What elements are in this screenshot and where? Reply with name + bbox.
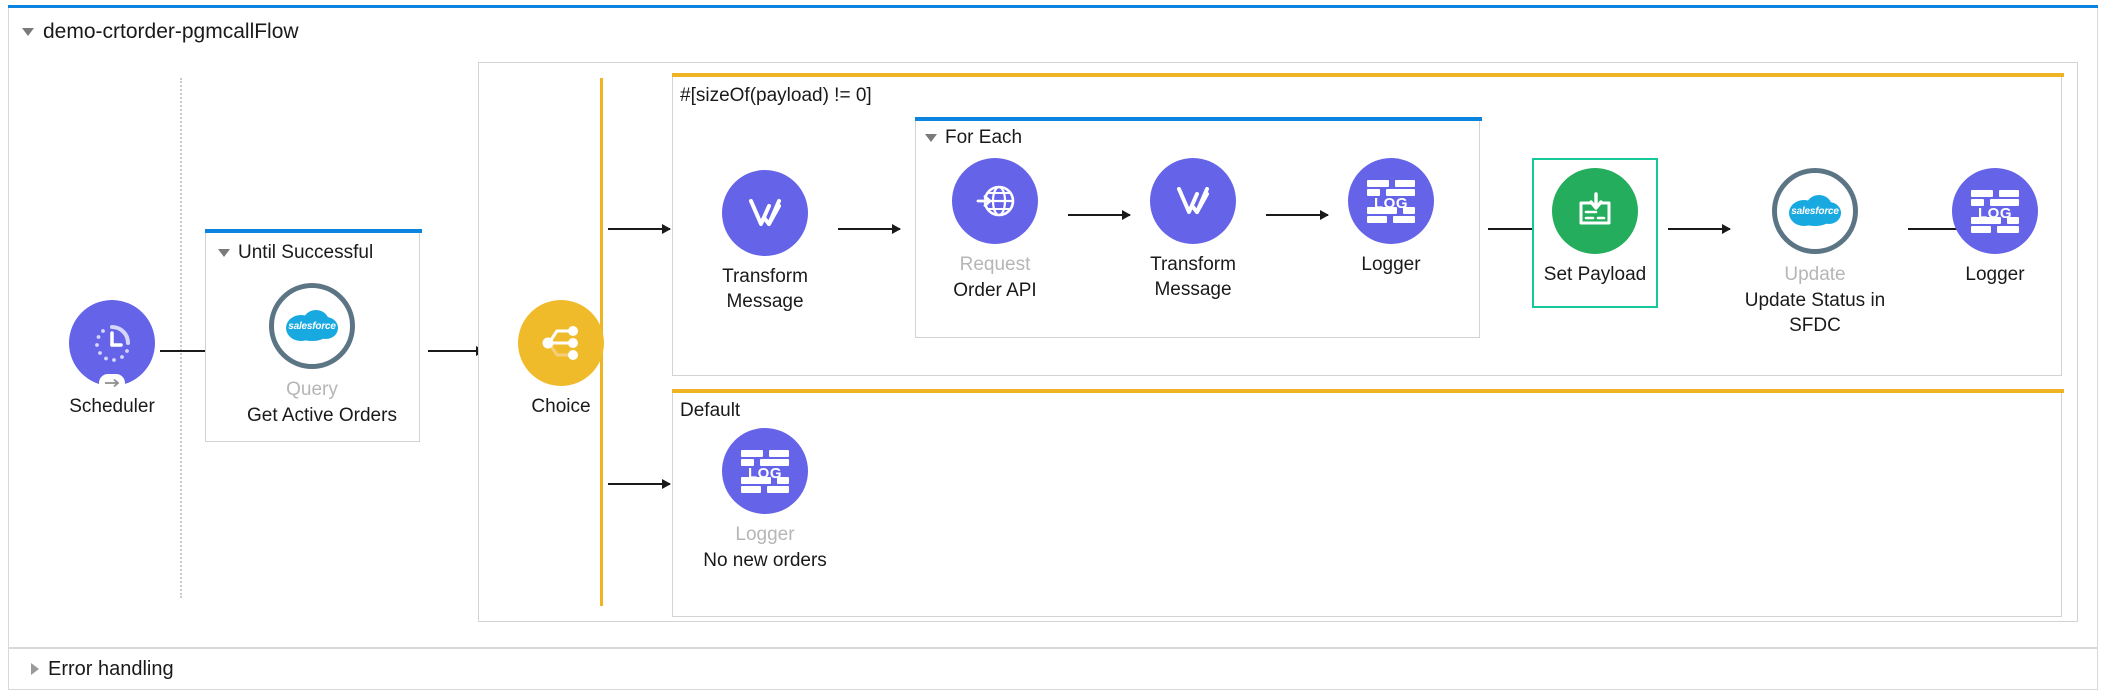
node-label-http-request: Order API: [953, 279, 1037, 301]
scope-accent-for-each: [915, 117, 1482, 121]
salesforce-wordmark: salesforce: [288, 320, 336, 332]
clock-icon: [95, 325, 130, 362]
triangle-right-icon[interactable]: [31, 663, 39, 675]
salesforce-cloud-icon: salesforce: [1786, 191, 1844, 231]
node-salesforce-query[interactable]: salesforce Query Get Active Orders: [247, 283, 397, 428]
log-icon: LOG: [739, 448, 791, 494]
set-payload-icon: [1579, 192, 1611, 225]
arrow-setpayload-to-update: [1668, 224, 1731, 234]
node-logger-foreach[interactable]: LOG Logger: [1326, 158, 1456, 277]
scope-label-default: Default: [680, 400, 741, 421]
arrow-choice-to-default: [608, 479, 671, 489]
node-type-salesforce-update: Update: [1784, 264, 1846, 285]
salesforce-wordmark: salesforce: [1791, 205, 1839, 217]
node-label-transform-1-line1: Transform: [722, 266, 808, 287]
node-label-logger-foreach: Logger: [1361, 254, 1421, 275]
node-label-transform-2-line1: Transform: [1150, 254, 1236, 275]
transform-1-circle: [722, 170, 808, 256]
arrow-transform1-to-foreach: [838, 224, 901, 234]
transform-2-circle: [1150, 158, 1236, 244]
error-handling-label: Error handling: [48, 657, 174, 680]
node-type-logger-default: Logger: [735, 524, 795, 545]
logger-default-circle: LOG: [722, 428, 808, 514]
flow-header[interactable]: demo-crtorder-pgmcallFlow: [22, 20, 299, 44]
scope-header-when: #[sizeOf(payload) != 0]: [680, 85, 872, 107]
salesforce-cloud-icon: salesforce: [283, 306, 341, 346]
transform-message-icon: [749, 199, 781, 226]
node-type-http-request: Request: [959, 254, 1031, 275]
salesforce-update-circle: salesforce: [1772, 168, 1858, 254]
node-label-scheduler: Scheduler: [69, 396, 155, 417]
node-label-salesforce-update-line2: SFDC: [1789, 314, 1841, 336]
choice-circle: [518, 300, 604, 386]
scope-label-until-successful: Until Successful: [238, 242, 374, 263]
arrow-request-to-transform2: [1068, 210, 1131, 220]
transform-message-icon: [1177, 187, 1209, 214]
globe-icon: [976, 185, 1015, 217]
arrow-transform2-to-logger: [1266, 210, 1329, 220]
logger-foreach-circle: LOG: [1348, 158, 1434, 244]
node-logger-end[interactable]: LOG Logger: [1930, 168, 2060, 287]
log-icon: LOG: [1969, 188, 2021, 234]
node-label-salesforce-update-line1: Update Status in: [1744, 289, 1886, 311]
scheduler-circle: [69, 300, 155, 392]
salesforce-query-circle: salesforce: [269, 283, 355, 369]
scope-header-for-each[interactable]: For Each: [925, 127, 1022, 149]
logger-end-circle: LOG: [1952, 168, 2038, 254]
node-http-request[interactable]: Request Order API: [930, 158, 1060, 303]
page-title: demo-crtorder-pgmcallFlow: [43, 20, 299, 43]
scope-label-for-each: For Each: [945, 127, 1023, 148]
node-transform-message-2[interactable]: Transform Message: [1128, 158, 1258, 302]
node-scheduler[interactable]: Scheduler: [42, 300, 182, 419]
trigger-arrow-icon: [99, 374, 125, 392]
set-payload-circle: [1552, 168, 1638, 254]
triangle-down-icon[interactable]: [22, 28, 34, 36]
node-label-transform-2-line2: Message: [1154, 278, 1232, 300]
arrow-choice-to-when: [608, 224, 671, 234]
node-salesforce-update[interactable]: salesforce Update Update Status in SFDC: [1730, 168, 1900, 337]
log-icon: LOG: [1365, 178, 1417, 224]
triangle-down-icon[interactable]: [925, 134, 937, 142]
node-label-logger-default: No new orders: [703, 549, 827, 571]
scope-accent-when: [672, 73, 2064, 77]
triangle-down-icon[interactable]: [218, 249, 230, 257]
node-label-transform-1-line2: Message: [726, 290, 804, 312]
node-label-set-payload: Set Payload: [1543, 264, 1647, 285]
scope-header-until-successful[interactable]: Until Successful: [218, 242, 373, 264]
scope-header-default: Default: [680, 400, 740, 422]
scope-accent-until-successful: [205, 229, 422, 233]
error-handling-section[interactable]: Error handling: [8, 648, 2098, 690]
scope-choice-default: [672, 389, 2064, 617]
node-label-choice: Choice: [531, 396, 591, 417]
scope-accent-default: [672, 389, 2064, 393]
node-choice[interactable]: Choice: [496, 300, 626, 419]
node-type-salesforce-query: Query: [286, 379, 338, 400]
node-set-payload[interactable]: Set Payload: [1530, 168, 1660, 287]
node-label-salesforce-query: Get Active Orders: [247, 404, 397, 426]
node-logger-default[interactable]: LOG Logger No new orders: [700, 428, 830, 573]
choice-branch-icon: [542, 326, 578, 360]
arrow-until-to-choice: [428, 346, 485, 356]
http-request-circle: [952, 158, 1038, 244]
scope-label-when-condition: #[sizeOf(payload) != 0]: [680, 85, 872, 106]
node-label-logger-end: Logger: [1965, 264, 2025, 285]
node-transform-message-1[interactable]: Transform Message: [700, 170, 830, 314]
